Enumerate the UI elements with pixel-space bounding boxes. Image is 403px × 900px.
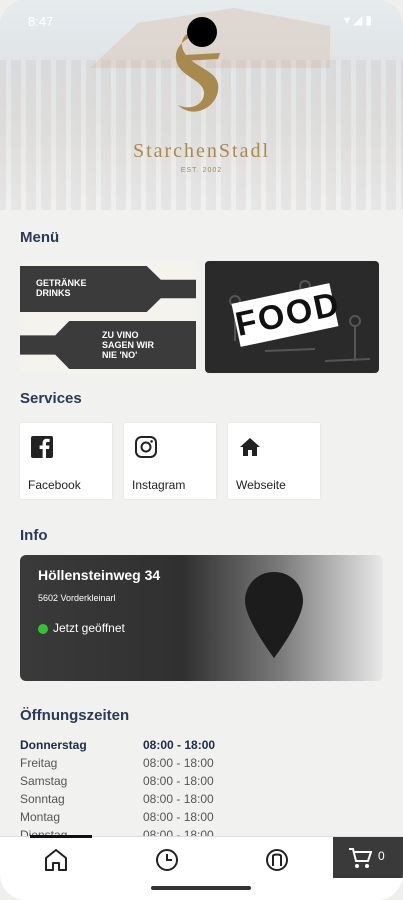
website-label: Webseite (236, 478, 286, 492)
hours-day: Sonntag (20, 792, 65, 806)
status-bar: 8:47 ▾◢▮ (0, 0, 403, 47)
loyalty-icon[interactable] (264, 847, 290, 873)
hours-row: Freitag 08:00 - 18:00 (20, 756, 280, 774)
clock-icon[interactable] (154, 847, 180, 873)
drinks-menu-card[interactable]: GETRÄNKE DRINKS ZU VINO SAGEN WIR NIE 'N… (20, 261, 196, 373)
info-title: Info (20, 527, 48, 544)
instagram-icon (135, 436, 157, 458)
hours-day: Montag (20, 810, 61, 824)
hours-row: Montag 08:00 - 18:00 (20, 810, 280, 828)
status-time: 8:47 (28, 14, 54, 29)
instagram-button[interactable]: Instagram (124, 423, 216, 499)
opening-hours-title: Öffnungszeiten (20, 707, 130, 724)
hours-day: Donnerstag (20, 738, 87, 752)
drinks-label: GETRÄNKE DRINKS (36, 278, 87, 298)
cart-button[interactable]: 0 (333, 837, 403, 878)
address-city: 5602 Vorderkleinarl (38, 593, 116, 603)
map-pin-icon (245, 572, 303, 658)
facebook-icon (31, 436, 53, 458)
bottle-graphic-top: GETRÄNKE DRINKS (20, 266, 196, 312)
open-status-dot (38, 624, 48, 634)
hours-day: Freitag (20, 756, 58, 770)
hours-time: 08:00 - 18:00 (143, 738, 216, 752)
website-button[interactable]: Webseite (228, 423, 320, 499)
facebook-label: Facebook (28, 478, 81, 492)
opening-hours-list: Donnerstag 08:00 - 18:00 Freitag 08:00 -… (20, 738, 280, 846)
address-street: Höllensteinweg 34 (38, 567, 161, 583)
hours-time: 08:00 - 18:00 (143, 792, 214, 806)
menu-title: Menü (20, 229, 60, 246)
brand-name: StarchenStadl (132, 140, 271, 162)
facebook-button[interactable]: Facebook (20, 423, 112, 499)
instagram-label: Instagram (132, 478, 186, 492)
location-card[interactable]: Höllensteinweg 34 5602 Vorderkleinarl Je… (20, 555, 383, 681)
hours-day: Samstag (20, 774, 68, 788)
food-menu-card[interactable]: FOOD (205, 261, 379, 373)
active-tab-indicator (30, 835, 92, 838)
brand-est: EST. 2002 (180, 167, 223, 174)
hours-row: Donnerstag 08:00 - 18:00 (20, 738, 280, 756)
hours-time: 08:00 - 18:00 (143, 774, 214, 788)
app-screen: StarchenStadl EST. 2002 8:47 ▾◢▮ Menü GE… (0, 0, 403, 900)
camera-cutout (187, 17, 217, 47)
home-icon (240, 438, 260, 456)
home-icon[interactable] (43, 847, 69, 873)
hours-row: Samstag 08:00 - 18:00 (20, 774, 280, 792)
cart-count: 0 (378, 849, 385, 863)
hours-row: Sonntag 08:00 - 18:00 (20, 792, 280, 810)
cart-icon (349, 848, 372, 868)
hours-time: 08:00 - 18:00 (143, 810, 214, 824)
gesture-bar (151, 886, 251, 890)
services-title: Services (20, 390, 82, 407)
bottom-navigation: 0 (0, 835, 403, 900)
wine-slogan: ZU VINO SAGEN WIR NIE 'NO' (102, 330, 155, 360)
bottle-graphic-bottom: ZU VINO SAGEN WIR NIE 'NO' (20, 321, 196, 369)
open-status: Jetzt geöffnet (53, 621, 125, 635)
status-icons: ▾◢▮ (344, 13, 375, 27)
hours-time: 08:00 - 18:00 (143, 756, 214, 770)
